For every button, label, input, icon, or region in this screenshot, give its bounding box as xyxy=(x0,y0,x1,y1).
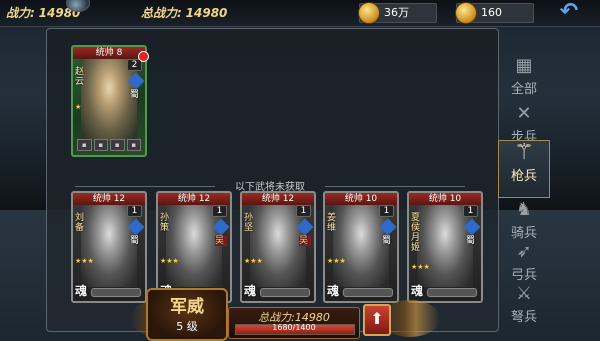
coin-icon xyxy=(358,2,380,24)
hero-name: 姜维 xyxy=(327,213,337,233)
hero-level: 1 xyxy=(212,205,227,217)
hero-name: 夏侯月姬 xyxy=(411,213,421,253)
sidebar-item-label: 弩兵 xyxy=(510,310,537,325)
sidebar-item-crossbowmen[interactable]: ⚔ 弩兵 xyxy=(504,282,544,332)
sidebar-item-label: 骑兵 xyxy=(510,226,537,241)
back-button[interactable]: ↶ xyxy=(553,0,585,24)
equip-slot: ▪ xyxy=(110,139,125,151)
power-label: 战力: xyxy=(6,6,35,20)
hero-card-locked[interactable]: 统帅 12 刘备 1 蜀 ★★★ 魂 xyxy=(71,191,147,303)
hero-name: 赵云 xyxy=(75,67,85,87)
crossbow-icon: ⚔ xyxy=(515,283,533,304)
hero-card-locked[interactable]: 统帅 10 姜维 1 蜀 ★★★ 魂 xyxy=(323,191,399,303)
soul-progress-bar xyxy=(427,288,477,297)
gold-ingot-icon xyxy=(455,2,477,24)
command-banner: 统帅 10 xyxy=(409,193,481,205)
hero-card-locked[interactable]: 统帅 12 孙策 1 吴 ★★★ 魂 xyxy=(156,191,232,303)
rank-level: 5 级 xyxy=(176,320,198,333)
silver-resource[interactable]: 36万 xyxy=(358,2,437,24)
gold-value: 160 xyxy=(481,6,502,19)
power-progress-text: 1680/1400 xyxy=(272,323,316,332)
star-icon: ★★★ xyxy=(411,263,430,271)
hero-card-locked[interactable]: 统帅 12 孙坚 1 吴 ★★★ 魂 xyxy=(240,191,316,303)
soul-label: 魂 xyxy=(75,284,88,298)
sidebar-item-label: 全部 xyxy=(510,82,537,97)
horse-icon: ♞ xyxy=(515,199,533,220)
command-banner: 统帅 10 xyxy=(325,193,397,205)
sidebar-item-all[interactable]: ▦ 全部 xyxy=(504,54,544,104)
hero-portrait xyxy=(250,205,306,287)
hero-faction: 蜀 xyxy=(382,236,392,246)
equip-slot: ▪ xyxy=(126,139,141,151)
back-arrow-icon: ↶ xyxy=(559,0,579,24)
total-power-readout: 总战力: 14980 xyxy=(141,4,227,21)
sidebar-item-spearmen[interactable]: ⚚ 枪兵 xyxy=(498,140,550,198)
hero-portrait xyxy=(333,205,389,287)
military-rank-emblem[interactable]: 军威 5 级 xyxy=(146,288,228,341)
divider-line xyxy=(325,186,465,187)
command-banner: 统帅 12 xyxy=(242,193,314,205)
hero-faction: 蜀 xyxy=(130,90,140,100)
hero-level: 1 xyxy=(296,205,311,217)
top-bar: 战力: 14980 总战力: 14980 36万 160 ↶ xyxy=(0,0,600,27)
command-banner: 统帅 12 xyxy=(158,193,230,205)
soul-label: 魂 xyxy=(244,284,257,298)
hero-level: 1 xyxy=(127,205,142,217)
troop-type-sidebar: ▦ 全部 ✕ 步兵 ⚚ 枪兵 ♞ 骑兵 ➶ 弓兵 ⚔ 弩兵 xyxy=(498,40,550,332)
hero-card-owned[interactable]: 统帅 8 赵云 2 蜀 ★ ▪ ▪ ▪ ▪ xyxy=(71,45,147,157)
star-icon: ★★★ xyxy=(75,257,94,265)
hero-portrait xyxy=(417,205,473,287)
sidebar-item-label: 枪兵 xyxy=(510,169,537,184)
notification-dot xyxy=(138,51,149,62)
hero-portrait xyxy=(166,205,222,287)
rank-title: 军威 xyxy=(170,297,204,317)
hero-faction: 蜀 xyxy=(130,236,140,246)
upgrade-button[interactable]: ⬆ xyxy=(363,304,391,336)
silver-value: 36万 xyxy=(384,6,409,19)
command-banner: 统帅 8 xyxy=(73,47,145,59)
hero-faction: 蜀 xyxy=(466,236,476,246)
hero-faction: 吴 xyxy=(299,236,311,246)
soul-label: 魂 xyxy=(327,284,340,298)
star-icon: ★★★ xyxy=(327,257,346,265)
soul-progress-bar xyxy=(91,288,141,297)
star-icon: ★ xyxy=(75,103,82,111)
hero-portrait xyxy=(81,59,137,141)
hero-name: 孙坚 xyxy=(244,213,254,233)
hero-portrait xyxy=(81,205,137,287)
hero-card-locked[interactable]: 统帅 10 夏侯月姬 1 蜀 ★★★ 魂 xyxy=(407,191,483,303)
grid-icon: ▦ xyxy=(515,55,533,76)
total-power-label: 总战力: xyxy=(141,6,182,20)
star-icon: ★★★ xyxy=(244,257,263,265)
crossed-swords-icon: ✕ xyxy=(516,103,532,124)
soul-progress-bar xyxy=(343,288,393,297)
equipment-row: ▪ ▪ ▪ ▪ xyxy=(77,139,141,151)
sidebar-item-label: 弓兵 xyxy=(510,268,537,283)
soul-label: 魂 xyxy=(411,284,424,298)
equip-slot: ▪ xyxy=(93,139,108,151)
bow-icon: ➶ xyxy=(516,241,532,262)
total-power-box: 总战力:14980 1680/1400 xyxy=(228,307,360,339)
star-icon: ★★★ xyxy=(160,257,179,265)
total-power-value: 14980 xyxy=(185,6,228,20)
up-arrow-icon: ⬆ xyxy=(370,309,384,328)
hero-faction: 吴 xyxy=(215,236,227,246)
hero-level: 1 xyxy=(463,205,478,217)
equip-slot: ▪ xyxy=(77,139,92,151)
divider-line xyxy=(75,186,215,187)
command-banner: 统帅 12 xyxy=(73,193,145,205)
spear-icon: ⚚ xyxy=(514,140,534,165)
hero-name: 刘备 xyxy=(75,213,85,233)
gold-resource[interactable]: 160 xyxy=(455,2,534,24)
soul-progress-bar xyxy=(260,288,310,297)
hero-level: 1 xyxy=(379,205,394,217)
hero-name: 孙策 xyxy=(160,213,170,233)
